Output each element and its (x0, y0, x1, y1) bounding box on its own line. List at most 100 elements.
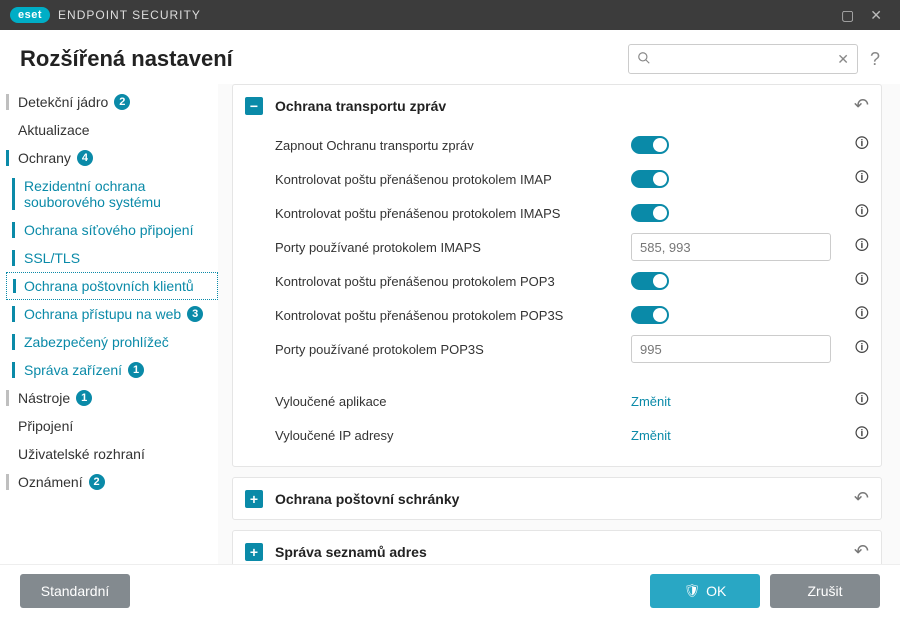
window-close-icon[interactable]: ✕ (862, 7, 890, 24)
sidebar-item-label: Ochrana síťového připojení (24, 222, 193, 238)
clear-search-icon[interactable]: ✕ (837, 51, 849, 68)
setting-label: Kontrolovat poštu přenášenou protokolem … (275, 206, 631, 221)
section-header[interactable]: + Ochrana poštovní schránky ↶ (233, 478, 881, 519)
sidebar-item-label: Detekční jádro (18, 94, 108, 110)
sidebar-item-label: Uživatelské rozhraní (18, 446, 145, 462)
sidebar-badge: 1 (128, 362, 144, 378)
sidebar-item-label: Nástroje (18, 390, 70, 406)
default-button[interactable]: Standardní (20, 574, 130, 608)
info-icon[interactable]: 🛈 (841, 133, 869, 157)
cancel-button[interactable]: Zrušit (770, 574, 880, 608)
section-title: Správa seznamů adres (275, 544, 854, 560)
sidebar-badge: 2 (89, 474, 105, 490)
sidebar-item-secure-browser[interactable]: Zabezpečený prohlížeč (6, 328, 218, 356)
shield-icon: 🛡 (684, 583, 701, 599)
sidebar-item-detection-core[interactable]: Detekční jádro 2 (0, 88, 218, 116)
revert-icon[interactable]: ↶ (854, 95, 869, 116)
setting-row-imap: Kontrolovat poštu přenášenou protokolem … (275, 162, 869, 196)
info-icon[interactable]: 🛈 (841, 303, 869, 327)
input-pop3s-ports[interactable] (631, 335, 831, 363)
info-icon[interactable]: 🛈 (841, 423, 869, 447)
sidebar-item-device-control[interactable]: Správa zařízení 1 (6, 356, 218, 384)
info-icon[interactable]: 🛈 (841, 269, 869, 293)
expand-icon[interactable]: + (245, 543, 263, 561)
window-maximize-icon[interactable]: ▢ (833, 7, 862, 24)
sidebar-item-updates[interactable]: Aktualizace (0, 116, 218, 144)
sidebar-item-label: Ochrana poštovních klientů (24, 278, 194, 294)
toggle-imap[interactable] (631, 170, 669, 188)
brand-logo: eset (10, 7, 50, 23)
edit-excluded-apps-link[interactable]: Změnit (631, 394, 671, 409)
ok-button[interactable]: 🛡 OK (650, 574, 760, 608)
setting-label: Kontrolovat poštu přenášenou protokolem … (275, 274, 631, 289)
page-header: Rozšířená nastavení ✕ ? (0, 30, 900, 84)
sidebar-item-tools[interactable]: Nástroje 1 (0, 384, 218, 412)
sidebar-item-realtime-fs[interactable]: Rezidentní ochrana souborového systému (6, 172, 218, 216)
setting-row-pop3: Kontrolovat poštu přenášenou protokolem … (275, 264, 869, 298)
titlebar: eset ENDPOINT SECURITY ▢ ✕ (0, 0, 900, 30)
setting-label: Kontrolovat poštu přenášenou protokolem … (275, 308, 631, 323)
search-box[interactable]: ✕ (628, 44, 858, 74)
sidebar-item-web-access[interactable]: Ochrana přístupu na web 3 (6, 300, 218, 328)
sidebar-item-protections[interactable]: Ochrany 4 (0, 144, 218, 172)
search-input[interactable] (629, 45, 857, 73)
toggle-pop3s[interactable] (631, 306, 669, 324)
setting-label: Vyloučené IP adresy (275, 428, 631, 443)
section-title: Ochrana transportu zpráv (275, 98, 854, 114)
button-label: Zrušit (808, 583, 843, 599)
sidebar-badge: 4 (77, 150, 93, 166)
sidebar-item-ssltls[interactable]: SSL/TLS (6, 244, 218, 272)
footer: Standardní 🛡 OK Zrušit (0, 564, 900, 616)
sidebar-item-label: Správa zařízení (24, 362, 122, 378)
setting-label: Kontrolovat poštu přenášenou protokolem … (275, 172, 631, 187)
sidebar-item-network[interactable]: Ochrana síťového připojení (6, 216, 218, 244)
revert-icon[interactable]: ↶ (854, 541, 869, 562)
sidebar-item-label: Ochrany (18, 150, 71, 166)
sidebar-badge: 2 (114, 94, 130, 110)
collapse-icon[interactable]: − (245, 97, 263, 115)
sidebar-item-label: Rezidentní ochrana souborového systému (24, 178, 206, 210)
sidebar-badge: 3 (187, 306, 203, 322)
button-label: Standardní (41, 583, 110, 599)
info-icon[interactable]: 🛈 (841, 167, 869, 191)
info-icon[interactable]: 🛈 (841, 235, 869, 259)
sidebar-item-ui[interactable]: Uživatelské rozhraní (0, 440, 218, 468)
sidebar-item-notifications[interactable]: Oznámení 2 (0, 468, 218, 496)
setting-row-pop3s: Kontrolovat poštu přenášenou protokolem … (275, 298, 869, 332)
search-icon (637, 51, 651, 68)
section-title: Ochrana poštovní schránky (275, 491, 854, 507)
sidebar-item-mail-clients[interactable]: Ochrana poštovních klientů (6, 272, 218, 300)
setting-label: Zapnout Ochranu transportu zpráv (275, 138, 631, 153)
toggle-pop3[interactable] (631, 272, 669, 290)
sidebar-badge: 1 (76, 390, 92, 406)
section-header[interactable]: − Ochrana transportu zpráv ↶ (233, 85, 881, 126)
info-icon[interactable]: 🛈 (841, 201, 869, 225)
toggle-imaps[interactable] (631, 204, 669, 222)
section-header[interactable]: + Správa seznamů adres ↶ (233, 531, 881, 564)
product-name: ENDPOINT SECURITY (58, 8, 201, 22)
toggle-enable-transport[interactable] (631, 136, 669, 154)
setting-row-excluded-ips: Vyloučené IP adresy Změnit 🛈 (275, 418, 869, 452)
info-icon[interactable]: 🛈 (841, 389, 869, 413)
sidebar-item-label: SSL/TLS (24, 250, 80, 266)
help-icon[interactable]: ? (870, 49, 880, 70)
edit-excluded-ips-link[interactable]: Změnit (631, 428, 671, 443)
input-imaps-ports[interactable] (631, 233, 831, 261)
revert-icon[interactable]: ↶ (854, 488, 869, 509)
sidebar-item-label: Aktualizace (18, 122, 90, 138)
section-mailbox-protection: + Ochrana poštovní schránky ↶ (232, 477, 882, 520)
setting-label: Vyloučené aplikace (275, 394, 631, 409)
sidebar-item-connection[interactable]: Připojení (0, 412, 218, 440)
setting-row-imaps-ports: Porty používané protokolem IMAPS 🛈 (275, 230, 869, 264)
setting-row-imaps: Kontrolovat poštu přenášenou protokolem … (275, 196, 869, 230)
setting-row-pop3s-ports: Porty používané protokolem POP3S 🛈 (275, 332, 869, 366)
expand-icon[interactable]: + (245, 490, 263, 508)
sidebar-item-label: Zabezpečený prohlížeč (24, 334, 169, 350)
setting-row-excluded-apps: Vyloučené aplikace Změnit 🛈 (275, 384, 869, 418)
setting-row-enable-transport: Zapnout Ochranu transportu zpráv 🛈 (275, 128, 869, 162)
setting-label: Porty používané protokolem POP3S (275, 342, 631, 357)
settings-panel[interactable]: − Ochrana transportu zpráv ↶ Zapnout Och… (218, 84, 900, 564)
info-icon[interactable]: 🛈 (841, 337, 869, 361)
sidebar-item-label: Oznámení (18, 474, 83, 490)
page-title: Rozšířená nastavení (20, 46, 233, 72)
